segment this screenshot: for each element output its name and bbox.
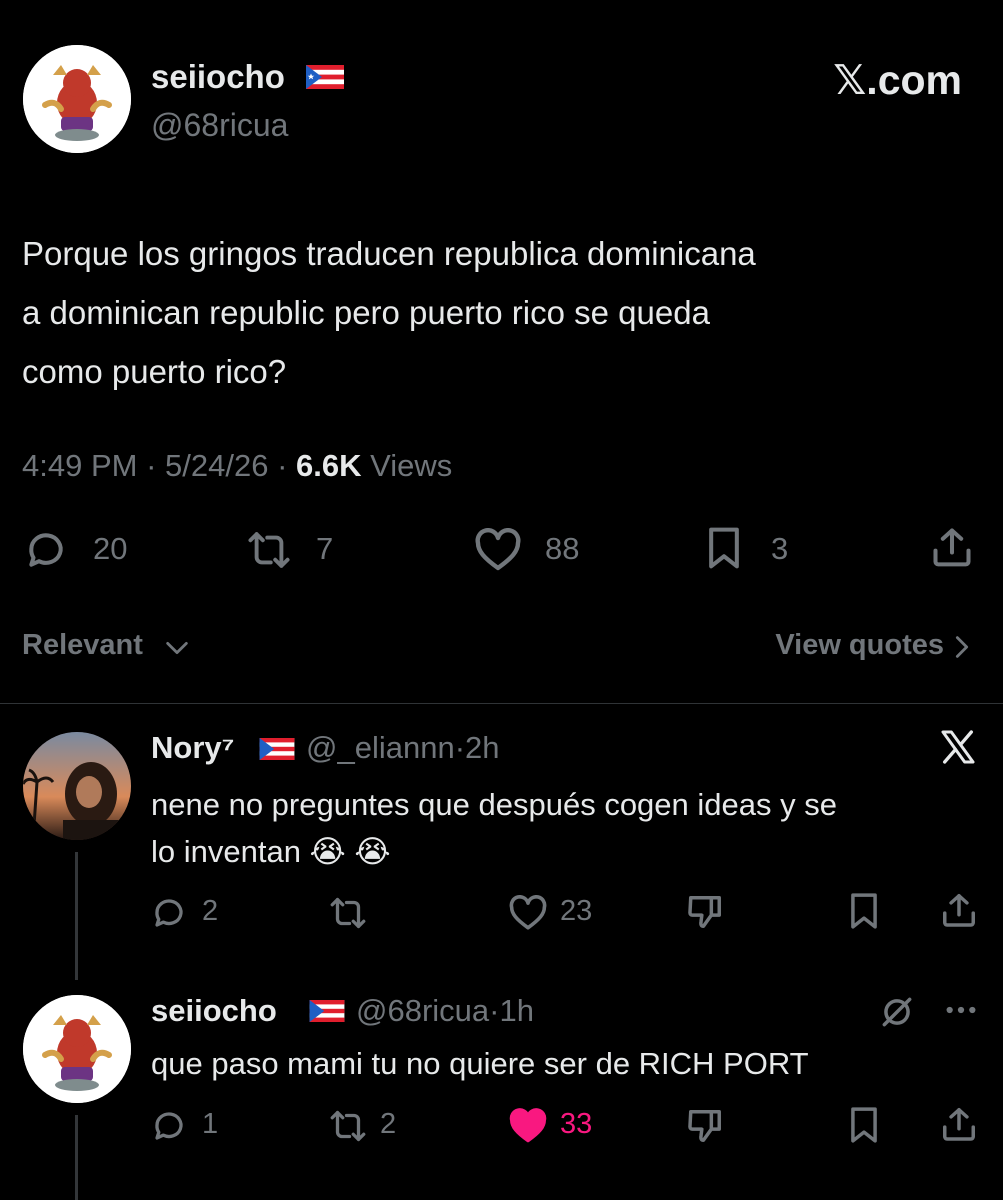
share-icon[interactable] [940,1104,978,1144]
share-icon[interactable] [940,890,978,930]
avatar[interactable] [23,732,131,840]
tweet-text-line: como puerto rico? [22,353,287,390]
dislike-icon[interactable] [686,892,724,932]
bookmark-count: 3 [771,531,789,566]
repost-count: 2 [380,1108,397,1140]
repost-icon[interactable] [246,528,292,572]
avatar[interactable] [23,45,131,153]
reply-text-line: lo inventan 😭 😭 [151,834,391,869]
bookmark-icon[interactable] [704,526,744,570]
display-name[interactable]: seiiocho [151,58,285,96]
handle[interactable]: @_eliannn [306,730,455,765]
repost-count: 7 [316,531,334,566]
reply-text-line: que paso mami tu no quiere ser de RICH P… [151,1046,809,1081]
reply-count: 20 [93,531,128,566]
tweet-meta: 4:49 PM · 5/24/26 · 6.6K Views [22,448,452,484]
display-name-text[interactable]: seiiocho [151,58,285,95]
chevron-right-icon [953,633,971,661]
reply-meta: @68ricua·1h [356,993,534,1029]
repost-icon[interactable] [328,895,368,931]
reply-count: 1 [202,1108,219,1140]
tweet-text: Porque los gringos traducen republica do… [22,224,982,401]
share-icon[interactable] [930,524,974,570]
handle[interactable]: @68ricua [356,993,489,1028]
like-count: 88 [545,531,580,566]
like-icon-active[interactable] [508,1108,548,1144]
like-icon[interactable] [508,895,548,931]
sort-relevant-dropdown[interactable]: Relevant [22,629,143,662]
reply-icon[interactable] [151,895,187,931]
display-name[interactable]: seiiocho [151,993,277,1028]
reply-time[interactable]: 1h [499,993,533,1028]
sort-relevant-label: Relevant [22,629,143,661]
handle[interactable]: @68ricua [151,107,288,144]
dislike-icon[interactable] [686,1106,724,1146]
reply-header: Nory⁷ [151,730,234,766]
avatar[interactable] [23,995,131,1103]
tweet-text-line: Porque los gringos traducen republica do… [22,235,756,272]
puerto-rico-flag-icon [259,738,295,765]
more-options-icon[interactable] [944,1000,978,1020]
thread-line [75,1115,78,1200]
reply-text: que paso mami tu no quiere ser de RICH P… [151,1040,981,1087]
reply-icon[interactable] [151,1108,187,1144]
divider [0,703,1003,704]
reply-text: nene no preguntes que después cogen idea… [151,781,981,875]
x-com-watermark: 𝕏.com [833,57,962,103]
like-count: 33 [560,1108,593,1140]
views-label: Views [370,448,453,483]
reply-meta: @_eliannn·2h [306,730,500,766]
like-count: 23 [560,895,593,927]
puerto-rico-flag-icon [309,1000,345,1027]
like-icon[interactable] [474,528,522,572]
reply-header: seiiocho [151,993,277,1029]
reply-time[interactable]: 2h [465,730,499,765]
bookmark-icon[interactable] [848,892,880,930]
x-logo-icon [938,727,978,777]
views-count: 6.6K [296,448,362,483]
reply-icon[interactable] [24,528,68,572]
separator: · [489,993,500,1028]
bookmark-icon[interactable] [848,1106,880,1144]
thread-line [75,852,78,980]
repost-icon[interactable] [328,1108,368,1144]
reply-text-line: nene no preguntes que después cogen idea… [151,787,837,822]
puerto-rico-flag-icon [306,65,344,94]
chevron-down-icon [163,637,191,659]
grok-icon[interactable] [878,993,916,1031]
reply-count: 2 [202,895,219,927]
tweet-date[interactable]: 5/24/26 [165,448,268,483]
tweet-time[interactable]: 4:49 PM [22,448,137,483]
separator: · [277,448,288,483]
separator: · [146,448,157,483]
tweet-text-line: a dominican republic pero puerto rico se… [22,294,710,331]
view-quotes-link[interactable]: View quotes [740,629,944,662]
display-name[interactable]: Nory⁷ [151,730,234,765]
separator: · [454,730,466,765]
view-quotes-label: View quotes [775,629,944,661]
